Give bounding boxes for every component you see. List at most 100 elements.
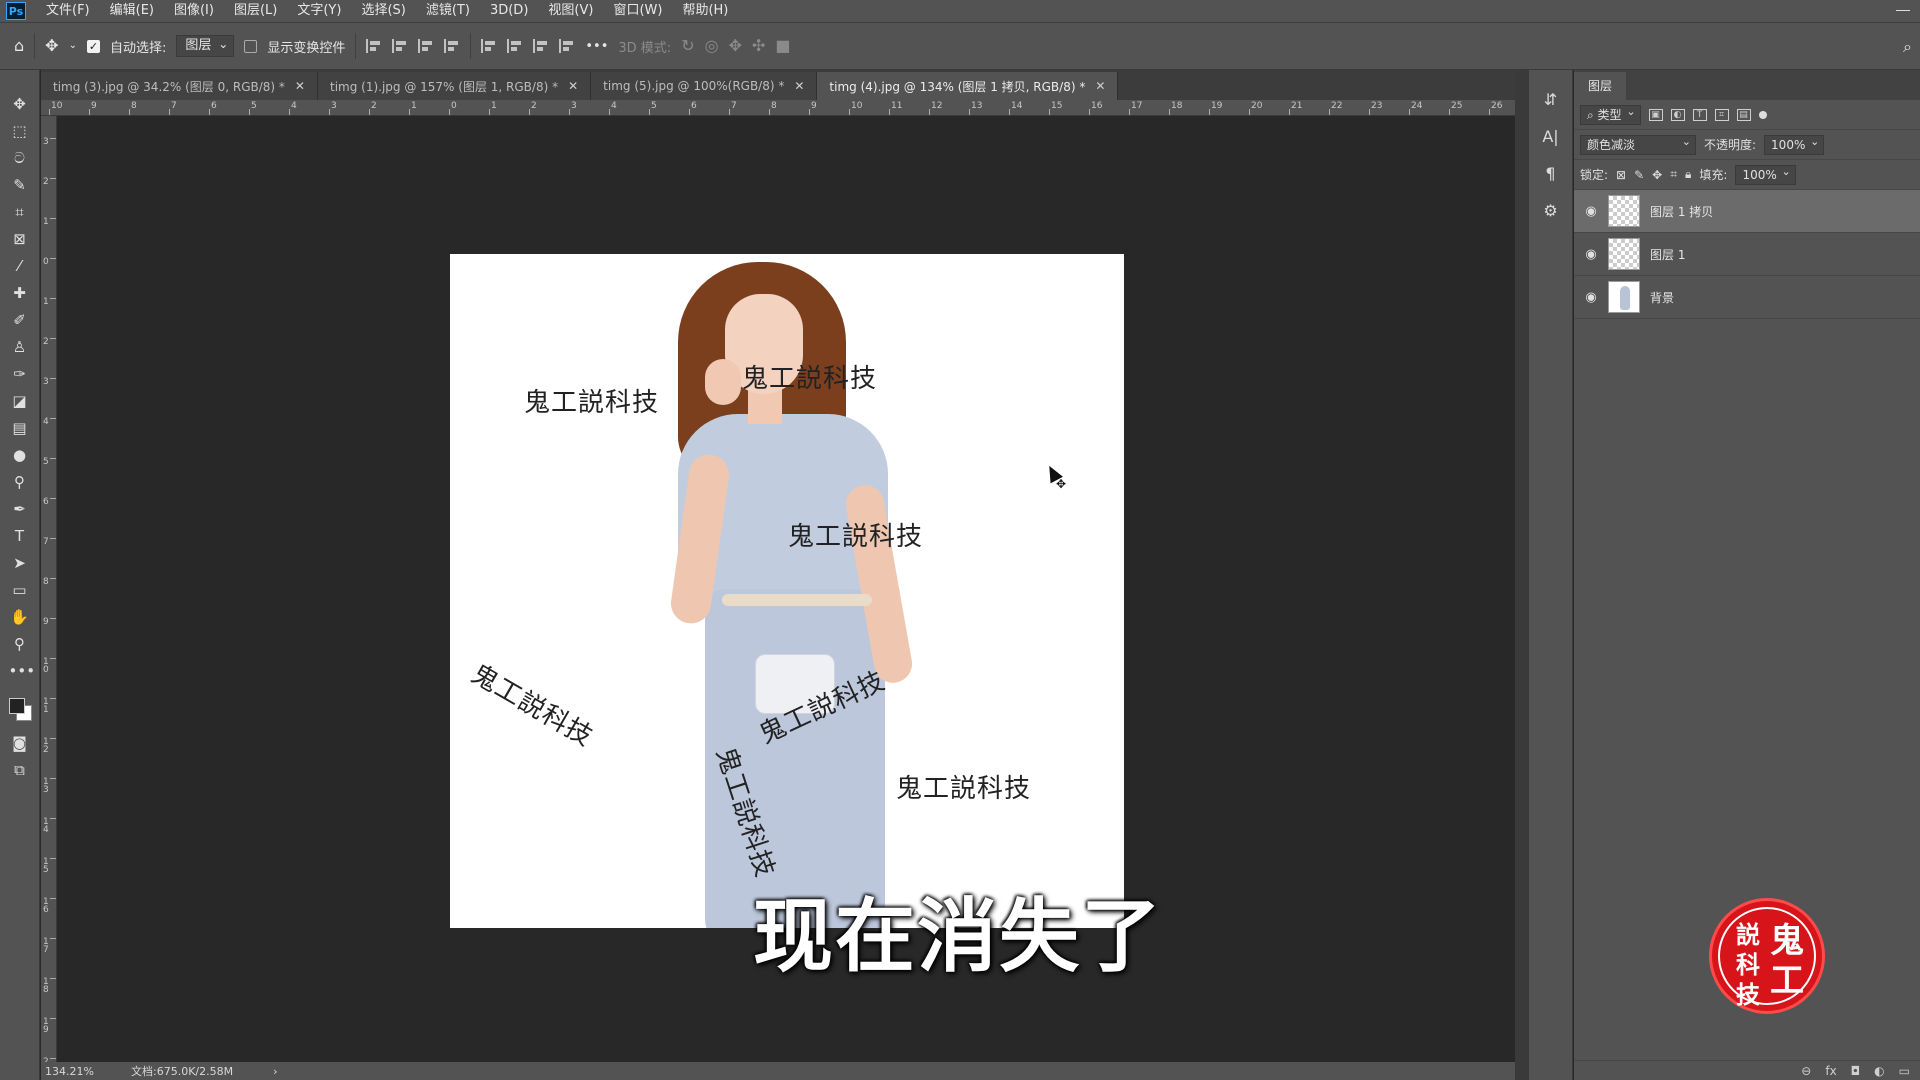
path-select-tool-icon[interactable]: ➤ — [9, 555, 31, 571]
pen-tool-icon[interactable]: ✒ — [9, 501, 31, 517]
close-icon[interactable]: ✕ — [794, 79, 804, 93]
lock-pixels-icon[interactable]: ✎ — [1634, 168, 1644, 182]
menu-window[interactable]: 窗口(W) — [603, 0, 672, 22]
close-icon[interactable]: ✕ — [1095, 79, 1105, 93]
menu-help[interactable]: 帮助(H) — [672, 0, 738, 22]
align-left-icon[interactable] — [366, 39, 382, 53]
adjustments-panel-icon[interactable]: ⚙ — [1543, 201, 1557, 220]
opacity-input[interactable]: 100% — [1764, 133, 1825, 155]
menu-edit[interactable]: 编辑(E) — [100, 0, 164, 22]
rectangle-tool-icon[interactable]: ▭ — [9, 582, 31, 598]
3d-camera-icon[interactable]: ■ — [775, 38, 790, 54]
eraser-tool-icon[interactable]: ◪ — [9, 393, 31, 409]
blur-tool-icon[interactable]: ● — [9, 447, 31, 463]
properties-panel-icon[interactable]: ⇵ — [1544, 90, 1557, 109]
align-horizontal-center-icon[interactable] — [392, 39, 408, 53]
zoom-tool-icon[interactable]: ⚲ — [9, 636, 31, 652]
filter-adjustment-icon[interactable]: ◐ — [1670, 108, 1685, 121]
quick-select-tool-icon[interactable]: ✎ — [9, 177, 31, 193]
dodge-tool-icon[interactable]: ⚲ — [9, 474, 31, 490]
brush-tool-icon[interactable]: ✐ — [9, 312, 31, 328]
filter-toggle-icon[interactable] — [1758, 110, 1767, 119]
menu-type[interactable]: 文字(Y) — [287, 0, 351, 22]
screen-mode-icon[interactable]: ⧉ — [9, 762, 31, 778]
frame-tool-icon[interactable]: ⊠ — [9, 231, 31, 247]
link-layers-icon[interactable]: ⊖ — [1801, 1064, 1811, 1078]
character-panel-icon[interactable]: A| — [1542, 127, 1558, 146]
document-canvas[interactable]: 鬼工説科技 鬼工説科技 鬼工説科技 鬼工説科技 鬼工説科技 鬼工説科技 鬼工説科… — [450, 254, 1124, 928]
marquee-tool-icon[interactable]: ⬚ — [9, 123, 31, 139]
3d-slide-icon[interactable]: ✣ — [752, 38, 765, 54]
filter-type-icon[interactable]: T — [1692, 108, 1707, 121]
fill-input[interactable]: 100% — [1735, 163, 1796, 185]
3d-roll-icon[interactable]: ◎ — [705, 38, 719, 54]
paragraph-panel-icon[interactable]: ¶ — [1545, 164, 1555, 183]
layer-style-icon[interactable]: fx — [1825, 1064, 1836, 1078]
clone-stamp-tool-icon[interactable]: ♙ — [9, 339, 31, 355]
layer-item-layer1[interactable]: ◉ 图层 1 — [1574, 233, 1920, 276]
align-right-icon[interactable] — [418, 39, 434, 53]
panel-collapse-strip[interactable] — [1515, 70, 1529, 1080]
distribute-horizontal-icon[interactable] — [444, 39, 460, 53]
lock-artboard-icon[interactable]: ⌗ — [1670, 167, 1677, 182]
quick-mask-icon[interactable]: ◙ — [9, 735, 31, 751]
menu-view[interactable]: 视图(V) — [538, 0, 603, 22]
lock-transparent-icon[interactable]: ⊠ — [1616, 168, 1626, 182]
3d-pan-icon[interactable]: ✥ — [729, 38, 742, 54]
move-tool-icon[interactable]: ✥ — [9, 96, 31, 112]
new-group-icon[interactable]: ▭ — [1899, 1064, 1910, 1078]
lasso-tool-icon[interactable]: ට — [9, 150, 31, 166]
blend-mode-dropdown[interactable]: 颜色减淡 — [1580, 133, 1696, 155]
3d-orbit-icon[interactable]: ↻ — [681, 38, 694, 54]
layer-item-background[interactable]: ◉ 背景 — [1574, 276, 1920, 319]
filter-shape-icon[interactable]: ⌗ — [1714, 108, 1729, 121]
lock-all-icon[interactable]: 🔒︎ — [1685, 167, 1691, 182]
align-top-icon[interactable] — [481, 39, 497, 53]
status-menu-arrow[interactable]: › — [233, 1065, 277, 1078]
horizontal-ruler[interactable]: 10 9 8 7 6 5 4 3 2 1 0 1 2 3 4 5 6 7 8 9 10 11 12 13 14 15 16 17 18 1… — [41, 100, 1515, 116]
menu-image[interactable]: 图像(I) — [164, 0, 224, 22]
menu-select[interactable]: 选择(S) — [351, 0, 415, 22]
chevron-down-icon[interactable]: ⌄ — [69, 41, 77, 51]
menu-3d[interactable]: 3D(D) — [480, 0, 538, 22]
distribute-vertical-icon[interactable] — [559, 39, 575, 53]
tab-timg-4[interactable]: timg (4).jpg @ 134% (图层 1 拷贝, RGB/8) * ✕ — [817, 72, 1119, 100]
layer-mask-icon[interactable]: ◘ — [1851, 1064, 1861, 1078]
vertical-ruler[interactable]: 32101234567891 01 11 21 31 41 51 61 71 8… — [41, 116, 57, 1062]
edit-toolbar-icon[interactable]: ••• — [9, 663, 36, 679]
eye-icon[interactable]: ◉ — [1574, 290, 1608, 305]
close-icon[interactable]: ✕ — [568, 79, 578, 93]
eye-icon[interactable]: ◉ — [1574, 204, 1608, 219]
menu-layer[interactable]: 图层(L) — [224, 0, 287, 22]
eye-icon[interactable]: ◉ — [1574, 247, 1608, 262]
history-brush-tool-icon[interactable]: ✑ — [9, 366, 31, 382]
home-icon[interactable]: ⌂ — [14, 38, 24, 54]
healing-brush-tool-icon[interactable]: ✚ — [9, 285, 31, 301]
tab-timg-5[interactable]: timg (5).jpg @ 100%(RGB/8) * ✕ — [591, 72, 818, 100]
filter-smart-object-icon[interactable]: ▤ — [1736, 108, 1751, 121]
hand-tool-icon[interactable]: ✋ — [9, 609, 31, 625]
move-tool-icon[interactable]: ✥ — [45, 38, 58, 54]
align-bottom-icon[interactable] — [533, 39, 549, 53]
lock-position-icon[interactable]: ✥ — [1652, 168, 1662, 182]
layer-item-layer1-copy[interactable]: ◉ 图层 1 拷贝 — [1574, 190, 1920, 233]
align-vertical-center-icon[interactable] — [507, 39, 523, 53]
gradient-tool-icon[interactable]: ▤ — [9, 420, 31, 436]
eyedropper-tool-icon[interactable]: ⁄ — [9, 258, 31, 274]
crop-tool-icon[interactable]: ⌗ — [9, 204, 31, 220]
menu-filter[interactable]: 滤镜(T) — [416, 0, 480, 22]
menu-file[interactable]: 文件(F) — [36, 0, 100, 22]
zoom-level[interactable]: 134.21% — [41, 1065, 111, 1078]
tab-timg-3[interactable]: timg (3).jpg @ 34.2% (图层 0, RGB/8) * ✕ — [41, 72, 318, 100]
layer-filter-kind-dropdown[interactable]: ⌕ 类型 — [1580, 103, 1641, 125]
filter-pixel-icon[interactable]: ▣ — [1648, 108, 1663, 121]
foreground-color-swatch[interactable] — [8, 698, 25, 714]
color-swatches[interactable] — [6, 694, 34, 724]
close-icon[interactable]: ✕ — [295, 79, 305, 93]
tab-layers[interactable]: 图层 — [1574, 72, 1627, 100]
type-tool-icon[interactable]: T — [9, 528, 31, 544]
search-icon[interactable]: ⌕ — [1903, 37, 1912, 57]
auto-select-target-dropdown[interactable]: 图层 — [176, 34, 235, 57]
more-options-button[interactable]: ••• — [585, 39, 608, 54]
minimize-icon[interactable] — [1896, 10, 1910, 11]
